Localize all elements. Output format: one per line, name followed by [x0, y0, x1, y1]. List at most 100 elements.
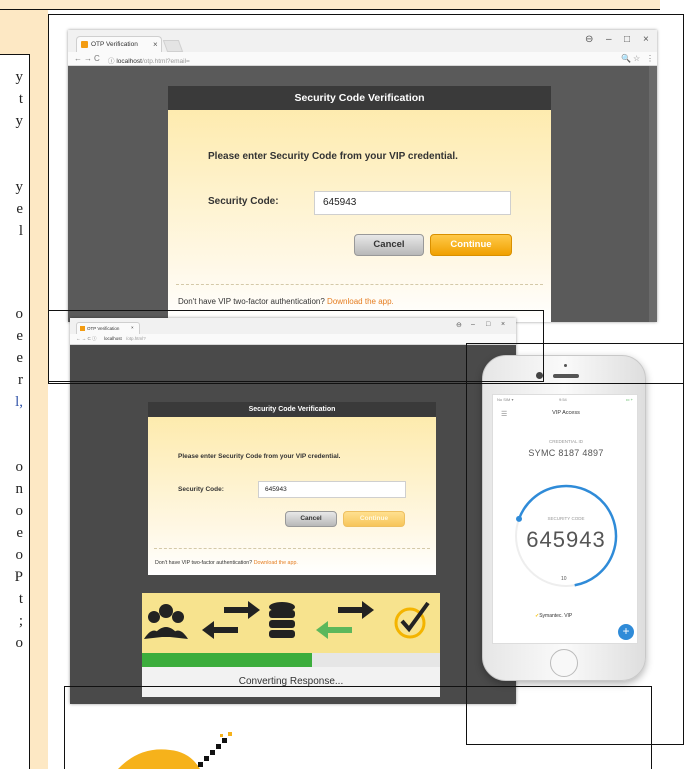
document-glyph: o — [15, 635, 24, 651]
dialog-footer: Don't have VIP two-factor authentication… — [178, 297, 394, 306]
tab-label: OTP Verification — [87, 326, 120, 331]
verification-dialog: Security Code Verification Please enter … — [148, 402, 436, 575]
browser-window-large: OTP Verification × ⊖ – □ × ← → C ⓘ local… — [68, 30, 657, 322]
tab-label: OTP Verification — [91, 41, 138, 48]
footer-text: Don't have VIP two-factor authentication… — [178, 297, 325, 306]
security-code: 645943 — [526, 527, 606, 552]
symantec-vip-logo: ✓Symantec. VIP — [535, 613, 572, 619]
favicon-icon — [80, 326, 85, 331]
home-button[interactable] — [550, 649, 578, 677]
back-icon[interactable]: ← — [74, 54, 82, 63]
minimize-icon[interactable]: – — [606, 34, 612, 45]
url-host[interactable]: localhost — [104, 336, 122, 341]
document-glyph: n — [15, 481, 24, 497]
symantec-check-icon — [394, 601, 430, 639]
exchange-arrows-icon — [202, 601, 260, 639]
phone-status-bar: No SIM ▾ 9:54 ▭ + — [497, 397, 635, 402]
phone-sensor — [564, 364, 567, 367]
credential-id: SYMC 8187 4897 — [528, 448, 604, 458]
address-bar[interactable]: ← → C ⓘ localhost/otp.html?email= 🔍 ☆ ⋮ — [68, 52, 657, 66]
nav-icons: ← → C ⓘ — [76, 336, 97, 341]
continue-button[interactable]: Continue — [343, 511, 405, 527]
cancel-button[interactable]: Cancel — [285, 511, 337, 527]
document-glyph: ; — [18, 613, 23, 629]
countdown-seconds: 10 — [561, 576, 567, 582]
favicon-icon — [81, 41, 88, 48]
phone-speaker — [553, 374, 579, 378]
account-icon[interactable]: ⊖ — [585, 34, 593, 45]
vip-access-screen: No SIM ▾ 9:54 ▭ + ☰ VIP Access CREDENTIA… — [492, 394, 638, 644]
document-glyph: P — [14, 569, 23, 585]
add-credential-button[interactable]: + — [618, 624, 634, 640]
url-text[interactable]: ⓘ localhost/otp.html?email= — [108, 55, 190, 65]
forward-icon[interactable]: → — [84, 54, 92, 63]
document-glyph: e — [16, 525, 23, 541]
tab-close-icon[interactable]: × — [131, 325, 134, 330]
document-glyph: r — [18, 372, 23, 388]
minimize-icon[interactable]: – — [471, 321, 475, 328]
document-glyph: o — [15, 503, 24, 519]
document-glyph: e — [16, 350, 23, 366]
continue-button[interactable]: Continue — [430, 234, 512, 256]
security-code-input[interactable]: 645943 — [314, 191, 511, 215]
maximize-icon[interactable]: □ — [624, 34, 630, 45]
dialog-footer: Don't have VIP two-factor authentication… — [155, 560, 298, 566]
security-code-label: SECURITY CODE — [547, 516, 585, 521]
document-glyph: l — [18, 223, 23, 239]
new-tab-button[interactable] — [162, 40, 184, 52]
reload-icon[interactable]: C — [94, 54, 100, 63]
cancel-button[interactable]: Cancel — [354, 234, 424, 256]
zoom-icon[interactable]: 🔍 — [621, 54, 631, 63]
document-glyph: o — [15, 547, 24, 563]
url-host: localhost — [116, 58, 142, 65]
phone-device: No SIM ▾ 9:54 ▭ + ☰ VIP Access CREDENTIA… — [482, 355, 646, 681]
address-bar[interactable]: ← → C ⓘ localhost /otp.html? — [70, 334, 516, 345]
bookmark-star-icon[interactable]: ☆ — [633, 54, 640, 63]
document-text-column: y t y y e l o e e r l, o n o e o P t ; o — [0, 54, 30, 769]
account-icon[interactable]: ⊖ — [456, 321, 462, 329]
brand-text: Symantec. VIP — [539, 613, 573, 619]
dialog-title: Security Code Verification — [148, 402, 436, 417]
browser-tab[interactable]: OTP Verification × — [76, 36, 162, 52]
dialog-divider — [154, 548, 430, 549]
browser-tab[interactable]: OTP Verification × — [76, 322, 140, 334]
tab-close-icon[interactable]: × — [153, 40, 158, 49]
close-window-icon[interactable]: × — [643, 34, 649, 45]
progress-fill — [142, 653, 312, 667]
status-text: Converting Response... — [238, 676, 344, 687]
document-glyph: t — [18, 91, 23, 107]
maximize-icon[interactable]: □ — [486, 321, 490, 328]
status-carrier: No SIM ▾ — [497, 397, 514, 402]
security-code-input[interactable]: 645943 — [258, 481, 406, 498]
symantec-logo-partial — [118, 732, 232, 769]
download-app-link[interactable]: Download the app. — [327, 297, 394, 306]
footer-text: Don't have VIP two-factor authentication… — [155, 560, 253, 566]
status-time: 9:54 — [559, 397, 567, 402]
browser-titlebar: OTP Verification × ⊖ – □ × — [70, 318, 516, 334]
app-title: VIP Access — [552, 410, 580, 416]
security-code-label: Security Code: — [178, 486, 224, 493]
scrollbar[interactable] — [649, 66, 657, 322]
dialog-prompt: Please enter Security Code from your VIP… — [178, 453, 341, 460]
dialog-divider — [176, 284, 543, 285]
document-glyph: e — [16, 328, 23, 344]
security-code-label: Security Code: — [208, 196, 279, 207]
document-glyph: y — [15, 113, 24, 129]
close-window-icon[interactable]: × — [501, 321, 505, 328]
download-app-link[interactable]: Download the app. — [254, 560, 298, 566]
document-glyph: t — [18, 591, 23, 607]
url-path: /otp.html?email= — [141, 58, 190, 65]
credential-id-label: CREDENTIAL ID — [548, 439, 584, 444]
browser-menu-icon[interactable]: ⋮ — [646, 54, 654, 63]
url-path[interactable]: /otp.html? — [126, 336, 146, 341]
document-top-bar — [0, 0, 660, 10]
document-glyph: e — [16, 201, 23, 217]
dialog-title: Security Code Verification — [168, 86, 551, 110]
document-glyph: l, — [15, 394, 23, 410]
exchange-arrows-green-icon — [316, 601, 374, 639]
document-glyph: y — [15, 179, 24, 195]
document-glyph: o — [15, 459, 24, 475]
site-info-icon: ⓘ — [108, 58, 115, 65]
verification-dialog: Security Code Verification Please enter … — [168, 86, 551, 322]
database-icon — [269, 602, 295, 638]
